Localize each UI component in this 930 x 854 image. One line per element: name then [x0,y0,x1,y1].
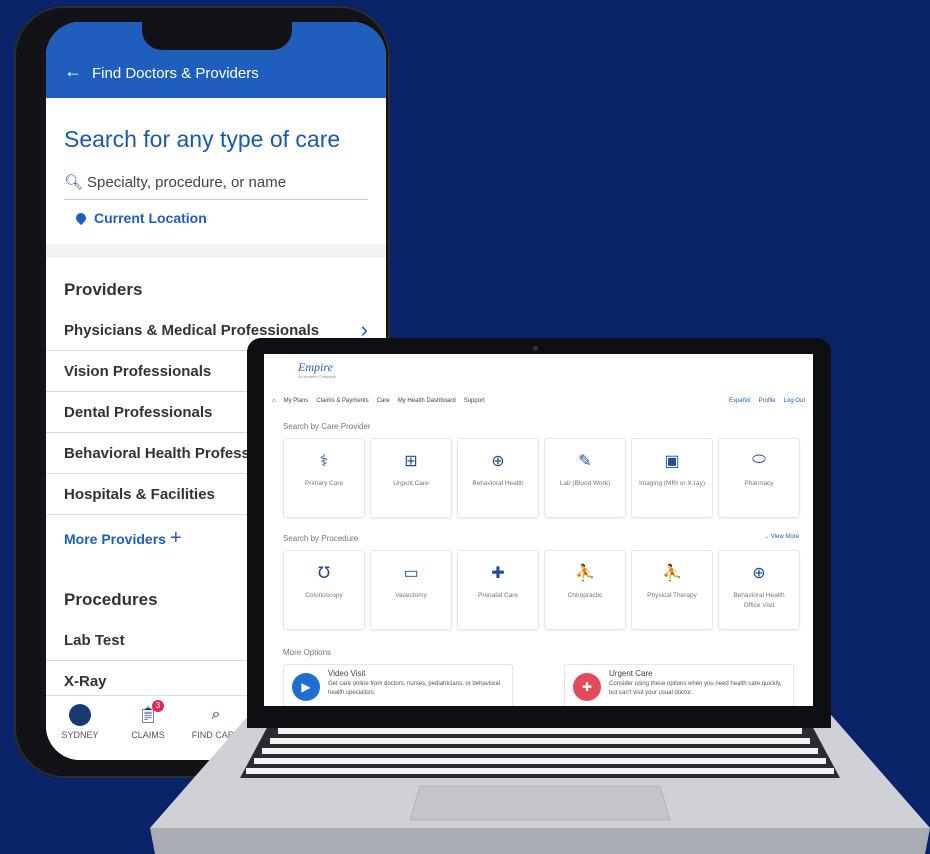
empire-logo[interactable]: Empire [298,360,333,375]
video-visit-option[interactable]: ▶ Video Visit Get care online from docto… [283,664,513,706]
more-providers-label: More Providers [64,530,166,547]
card-label: Urgent Care [393,480,429,487]
procedure-label: Lab Test [64,631,125,649]
search-section: Search for any type of care 🔍︎ Specialty… [46,98,386,244]
pill-icon: ⬭ [752,451,766,468]
xray-icon: ▣ [664,453,680,470]
procedure-card-behavioral-visit[interactable]: ⊕ Behavioral Health Office Visit [718,550,800,630]
brain-icon: ⊕ [491,453,505,470]
nav-link[interactable]: Español [729,398,751,404]
provider-label: Vision Professionals [64,362,212,380]
first-aid-icon: ⊞ [404,453,418,470]
tab-sydney[interactable]: SYDNEY [46,696,114,760]
procedure-label: X-Ray [64,672,107,690]
nav-item[interactable]: Support [464,398,485,404]
procedure-card-vasectomy[interactable]: ▭ Vasectomy [370,550,452,630]
nav-item[interactable]: Care [377,398,390,404]
providers-heading: Providers [64,280,143,299]
nav-item[interactable]: My Plans [284,398,309,404]
webcam-icon [533,346,538,351]
laptop-base [150,708,930,854]
card-label: Prenatal Care [477,592,519,599]
search-input[interactable]: 🔍︎ Specialty, procedure, or name [64,173,368,200]
provider-label: Behavioral Health Professio [64,444,264,462]
view-more-label: View More [770,534,799,540]
laptop-lid: Empire An Anthem Company ⌂ My Plans Clai… [247,338,831,728]
care-provider-label: Search by Care Provider [283,422,371,431]
card-label: Lab (Blood Work) [559,480,611,487]
care-card-urgent-care[interactable]: ⊞ Urgent Care [370,438,452,518]
card-label: Primary Care [304,480,344,487]
hospital-icon: ✚ [573,673,601,701]
option-desc: Get care online from doctors, nurses, pe… [328,681,501,696]
location-label: Current Location [94,210,207,226]
view-more-link[interactable]: → View More [763,534,799,540]
header-title: Find Doctors & Providers [92,65,259,82]
avatar-icon [69,704,91,726]
cross-icon: ✚ [491,565,505,582]
doctor-icon: ⚕ [319,453,329,470]
card-label: Imaging (MRI or X-ray) [638,480,706,487]
brain-icon: ⊕ [752,565,766,582]
card-label: Pharmacy [744,480,774,487]
card-label: Vasectomy [395,592,427,599]
provider-label: Hospitals & Facilities [64,485,215,503]
procedure-cards: ℧ Colonoscopy ▭ Vasectomy ✚ Prenatal Care ⛹… [283,550,805,630]
current-location-button[interactable]: Current Location [64,210,368,226]
option-title: Urgent Care [609,669,653,678]
card-label: Chiropractic [567,592,603,599]
therapy-icon: ⛹ [662,565,682,582]
more-options-label: More Options [283,648,332,657]
nav-link[interactable]: Log Out [784,398,805,404]
card-label: Behavioral Health Office Visit [733,592,785,609]
option-title: Video Visit [328,669,366,678]
laptop-display: Empire An Anthem Company ⌂ My Plans Clai… [264,354,813,706]
arrow-circle-icon: → [763,534,770,540]
nav-link[interactable]: Profile [759,398,776,404]
care-card-lab[interactable]: ✎ Lab (Blood Work) [544,438,626,518]
phone-notch [142,22,292,50]
search-placeholder: Specialty, procedure, or name [87,173,287,191]
video-camera-icon: ▶ [292,673,320,701]
procedure-card-colonoscopy[interactable]: ℧ Colonoscopy [283,550,365,630]
section-divider [46,244,386,258]
provider-label: Physicians & Medical Professionals [64,321,320,339]
provider-label: Dental Professionals [64,403,213,421]
tab-label: SYDNEY [61,730,99,740]
care-card-pharmacy[interactable]: ⬭ Pharmacy [718,438,800,518]
urgent-care-option[interactable]: ✚ Urgent Care Consider using these optio… [564,664,794,706]
pen-icon: ✎ [578,453,592,470]
logo-subtitle: An Anthem Company [298,374,336,379]
plus-icon: + [169,527,182,549]
option-desc: Consider using these options when you ne… [609,681,782,696]
nav-right: Español Profile Log Out [721,398,805,404]
home-icon[interactable]: ⌂ [272,398,276,404]
procedure-card-physical-therapy[interactable]: ⛹ Physical Therapy [631,550,713,630]
top-nav: ⌂ My Plans Claims & Payments Care My Hea… [272,398,805,404]
care-card-primary-care[interactable]: ⚕ Primary Care [283,438,365,518]
nav-item[interactable]: My Health Dashboard [398,398,456,404]
care-card-behavioral-health[interactable]: ⊕ Behavioral Health [457,438,539,518]
arrow-left-icon[interactable]: ← [64,61,82,82]
therapy-icon: ⛹ [575,565,595,582]
care-card-imaging[interactable]: ▣ Imaging (MRI or X-ray) [631,438,713,518]
location-pin-icon [73,210,89,226]
search-title: Search for any type of care [64,126,341,152]
clipboard-icon: ▭ [403,565,419,582]
nav-item[interactable]: Claims & Payments [316,398,368,404]
procedure-card-chiropractic[interactable]: ⛹ Chiropractic [544,550,626,630]
colon-icon: ℧ [317,565,331,582]
procedure-card-prenatal[interactable]: ✚ Prenatal Care [457,550,539,630]
card-label: Physical Therapy [647,592,697,599]
care-provider-cards: ⚕ Primary Care ⊞ Urgent Care ⊕ Behavioral H… [283,438,805,518]
procedure-label: Search by Procedure [283,534,359,543]
card-label: Colonoscopy [305,592,343,599]
card-label: Behavioral Health [472,480,524,487]
search-icon: 🔍︎ [64,174,84,191]
